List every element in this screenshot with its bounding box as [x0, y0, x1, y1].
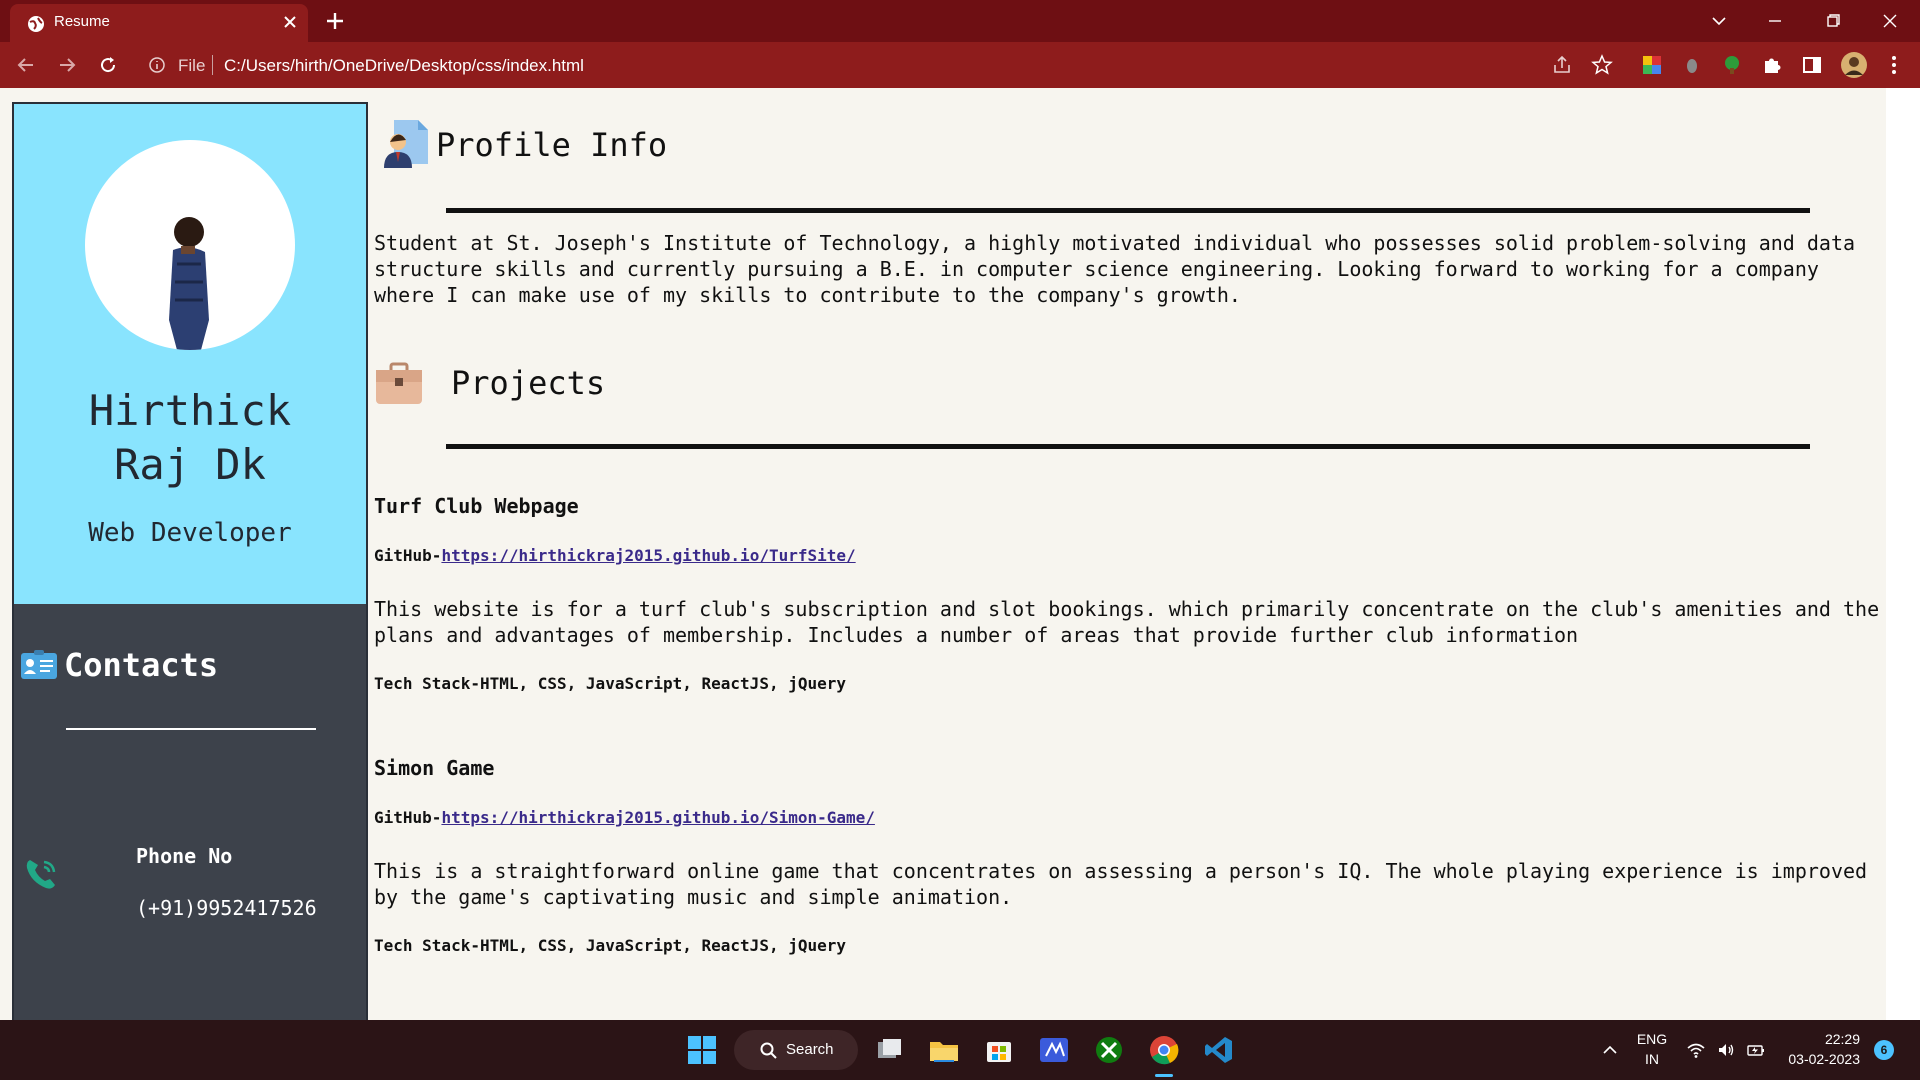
tech-stack-simon: Tech Stack-HTML, CSS, JavaScript, ReactJ…: [374, 936, 847, 955]
battery-icon[interactable]: [1746, 1040, 1766, 1060]
resume-sidebar: Hirthick Raj Dk Web Developer Contacts P…: [12, 102, 368, 1020]
browser-tab-bar: Resume: [0, 0, 1920, 42]
close-tab-icon[interactable]: [280, 12, 300, 32]
active-app-indicator: [1155, 1074, 1173, 1077]
browser-toolbar: File C:/Users/hirth/OneDrive/Desktop/css…: [0, 42, 1920, 88]
menu-kebab-icon[interactable]: [1882, 53, 1906, 77]
projects-divider: [446, 444, 1810, 449]
notification-badge[interactable]: 6: [1874, 1040, 1894, 1060]
page-scrollbar[interactable]: [1886, 88, 1920, 1020]
taskbar-search-button[interactable]: Search: [734, 1030, 858, 1070]
extension-grey-icon[interactable]: [1680, 53, 1704, 77]
side-panel-icon[interactable]: [1800, 53, 1824, 77]
windows-taskbar: Search ENG IN 22:29 03-02-2023 6: [0, 1020, 1920, 1080]
github-prefix: GitHub-: [374, 546, 442, 565]
new-tab-icon[interactable]: [324, 10, 346, 32]
share-icon[interactable]: [1550, 53, 1574, 77]
simon-github-link[interactable]: https://hirthickraj2015.github.io/Simon-…: [441, 808, 874, 827]
job-title: Web Developer: [88, 518, 292, 548]
globe-icon: [28, 16, 44, 32]
close-window-icon[interactable]: [1877, 8, 1903, 34]
file-explorer-icon[interactable]: [928, 1034, 960, 1066]
turf-github-link[interactable]: https://hirthickraj2015.github.io/TurfSi…: [441, 546, 855, 565]
phone-label: Phone No: [136, 844, 233, 868]
search-label: Search: [786, 1041, 834, 1058]
github-link-simon: GitHub-https://hirthickraj2015.github.io…: [374, 808, 875, 827]
profile-info-heading: Profile Info: [436, 126, 668, 164]
language-indicator-bottom[interactable]: IN: [1630, 1051, 1674, 1067]
chrome-icon[interactable]: [1148, 1034, 1180, 1066]
extensions-puzzle-icon[interactable]: [1760, 53, 1784, 77]
extension-colorful-icon[interactable]: [1640, 53, 1664, 77]
address-separator: [212, 55, 213, 75]
bookmark-star-icon[interactable]: [1590, 53, 1614, 77]
phone-number: (+91)9952417526: [136, 896, 317, 920]
volume-icon[interactable]: [1716, 1040, 1736, 1060]
tech-stack-turf: Tech Stack-HTML, CSS, JavaScript, ReactJ…: [374, 674, 847, 693]
task-view-icon[interactable]: [874, 1034, 906, 1066]
reload-icon[interactable]: [96, 53, 120, 77]
clock-date[interactable]: 03-02-2023: [1774, 1051, 1860, 1067]
address-bar[interactable]: File C:/Users/hirth/OneDrive/Desktop/css…: [138, 48, 1666, 82]
project-description-simon: This is a straightforward online game th…: [374, 859, 1868, 909]
notification-count: 6: [1880, 1043, 1888, 1057]
restore-icon[interactable]: [1820, 8, 1846, 34]
briefcase-icon: [376, 362, 422, 404]
person-photo-icon: [169, 217, 209, 350]
profile-document-icon: [384, 120, 428, 168]
search-icon: [760, 1042, 777, 1059]
project-title-turf: Turf Club Webpage: [374, 494, 579, 518]
microsoft-store-icon[interactable]: [983, 1034, 1015, 1066]
phone-icon: [26, 860, 56, 889]
xbox-icon[interactable]: [1093, 1034, 1125, 1066]
info-icon[interactable]: [148, 56, 166, 74]
tab-title: Resume: [54, 13, 110, 30]
extension-tree-icon[interactable]: [1720, 53, 1744, 77]
wifi-icon[interactable]: [1686, 1040, 1706, 1060]
tray-overflow-chevron-icon[interactable]: [1600, 1040, 1620, 1060]
forward-icon[interactable]: [55, 53, 79, 77]
contacts-heading: Contacts: [64, 646, 219, 684]
resume-main: Profile Info Student at St. Joseph's Ins…: [374, 102, 1886, 1020]
profile-avatar-icon[interactable]: [1840, 51, 1868, 79]
contact-card-icon: [21, 650, 57, 679]
vscode-icon[interactable]: [1203, 1034, 1235, 1066]
windows-start-icon[interactable]: [686, 1034, 718, 1066]
profile-photo: [85, 140, 295, 350]
person-name: Hirthick Raj Dk: [88, 386, 292, 489]
minimize-icon[interactable]: [1762, 8, 1788, 34]
project-description-turf: This website is for a turf club's subscr…: [374, 597, 1880, 647]
clock-time[interactable]: 22:29: [1788, 1031, 1860, 1047]
tab-search-chevron-icon[interactable]: [1706, 8, 1732, 34]
back-icon[interactable]: [14, 53, 38, 77]
browser-tab-resume[interactable]: Resume: [10, 4, 308, 42]
contacts-panel: Contacts Phone No (+91)9952417526: [14, 604, 366, 1020]
sidebar-header: Hirthick Raj Dk Web Developer: [14, 104, 366, 604]
github-link-turf: GitHub-https://hirthickraj2015.github.io…: [374, 546, 856, 565]
url-text[interactable]: C:/Users/hirth/OneDrive/Desktop/css/inde…: [224, 56, 584, 76]
app-blue-icon[interactable]: [1038, 1034, 1070, 1066]
file-scheme-label: File: [178, 56, 206, 75]
language-indicator-top[interactable]: ENG: [1630, 1031, 1674, 1047]
profile-info-divider: [446, 208, 1810, 213]
projects-heading: Projects: [451, 364, 606, 402]
github-prefix: GitHub-: [374, 808, 442, 827]
contacts-divider: [66, 728, 316, 730]
profile-summary: Student at St. Joseph's Institute of Tec…: [374, 231, 1856, 307]
webpage: Hirthick Raj Dk Web Developer Contacts P…: [0, 88, 1920, 1020]
project-title-simon: Simon Game: [374, 756, 495, 780]
